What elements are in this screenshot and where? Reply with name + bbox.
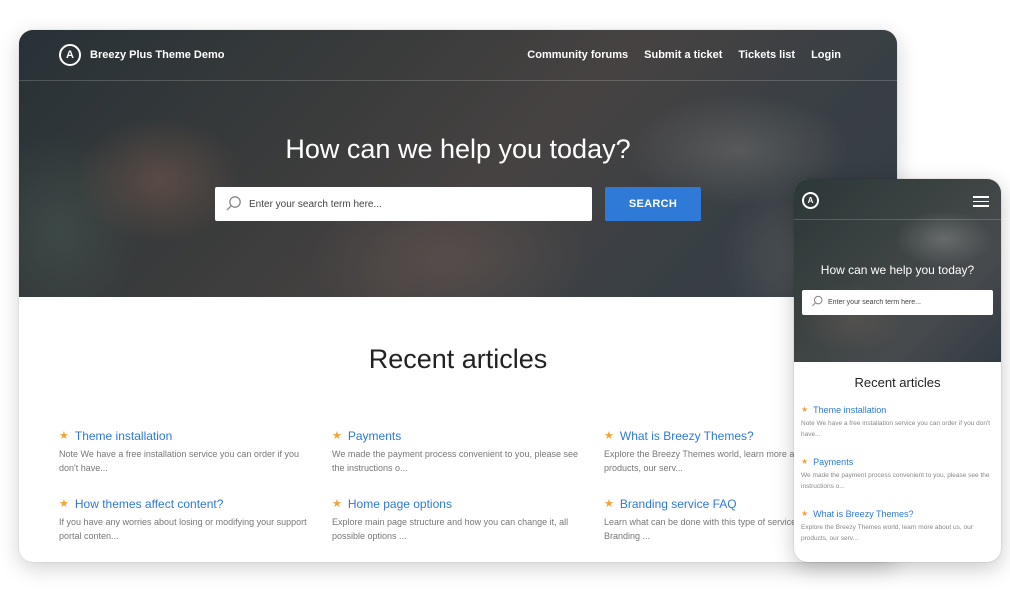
mobile-article-link[interactable]: Theme installation xyxy=(813,405,886,415)
mobile-search-box xyxy=(802,290,993,315)
article-link[interactable]: How themes affect content? xyxy=(75,497,224,511)
star-icon: ★ xyxy=(801,457,809,466)
mobile-article-excerpt: We made the payment process convenient t… xyxy=(801,472,990,490)
nav-submit-ticket[interactable]: Submit a ticket xyxy=(644,49,722,61)
article-item: ★ Payments We made the payment process co… xyxy=(332,429,592,475)
article-excerpt: Explore main page structure and how you … xyxy=(332,517,569,541)
search-icon xyxy=(225,195,243,218)
nav-links: Community forums Submit a ticket Tickets… xyxy=(527,49,841,61)
star-icon: ★ xyxy=(59,429,69,442)
article-link[interactable]: Payments xyxy=(348,429,401,443)
article-link[interactable]: What is Breezy Themes? xyxy=(620,429,754,443)
nav-tickets-list[interactable]: Tickets list xyxy=(738,49,795,61)
nav-community-forums[interactable]: Community forums xyxy=(527,49,628,61)
article-link[interactable]: Branding service FAQ xyxy=(620,497,737,511)
logo-icon[interactable]: A xyxy=(59,44,81,66)
section-title: Recent articles xyxy=(368,344,548,374)
article-item: ★ Home page options Explore main page str… xyxy=(332,497,592,543)
search-icon xyxy=(811,295,824,313)
mobile-article-link[interactable]: What is Breezy Themes? xyxy=(813,509,913,519)
brand-name[interactable]: Breezy Plus Theme Demo xyxy=(90,49,225,61)
article-excerpt: Note We have a free installation service… xyxy=(59,449,299,473)
hero-title: How can we help you today? xyxy=(285,134,631,164)
star-icon: ★ xyxy=(604,497,614,510)
logo-icon[interactable]: A xyxy=(802,192,819,209)
top-navigation: A Breezy Plus Theme Demo Community forum… xyxy=(19,30,897,81)
star-icon: ★ xyxy=(801,509,809,518)
mobile-article-link[interactable]: Payments xyxy=(813,457,853,467)
star-icon: ★ xyxy=(332,429,342,442)
mobile-article-excerpt: Note We have a free installation service… xyxy=(801,420,991,438)
hamburger-menu-icon[interactable] xyxy=(973,196,989,207)
mobile-preview: A How can we help you today? Recent arti… xyxy=(794,179,1001,562)
mobile-article-item: ★ What is Breezy Themes? Explore the Bree… xyxy=(801,509,996,544)
mobile-search-input[interactable] xyxy=(828,290,988,315)
article-item: ★ Theme installation Note We have a free … xyxy=(59,429,319,475)
search-button[interactable]: SEARCH xyxy=(605,187,701,221)
star-icon: ★ xyxy=(59,497,69,510)
search-input[interactable] xyxy=(249,187,579,221)
mobile-article-item: ★ Theme installation Note We have a free … xyxy=(801,405,996,440)
article-excerpt: If you have any worries about losing or … xyxy=(59,517,307,541)
star-icon: ★ xyxy=(604,429,614,442)
mobile-article-item: ★ Payments We made the payment process co… xyxy=(801,457,996,492)
star-icon: ★ xyxy=(801,405,809,414)
mobile-top-navigation: A xyxy=(794,179,1001,220)
article-link[interactable]: Theme installation xyxy=(75,429,172,443)
mobile-article-excerpt: Explore the Breezy Themes world, learn m… xyxy=(801,524,973,542)
article-link[interactable]: Home page options xyxy=(348,497,452,511)
mobile-hero-title: How can we help you today? xyxy=(820,263,975,277)
desktop-preview: A Breezy Plus Theme Demo Community forum… xyxy=(19,30,897,562)
search-box xyxy=(215,187,592,221)
mobile-section-title: Recent articles xyxy=(854,375,941,390)
nav-login[interactable]: Login xyxy=(811,49,841,61)
article-excerpt: We made the payment process convenient t… xyxy=(332,449,578,473)
article-item: ★ How themes affect content? If you have … xyxy=(59,497,319,543)
star-icon: ★ xyxy=(332,497,342,510)
